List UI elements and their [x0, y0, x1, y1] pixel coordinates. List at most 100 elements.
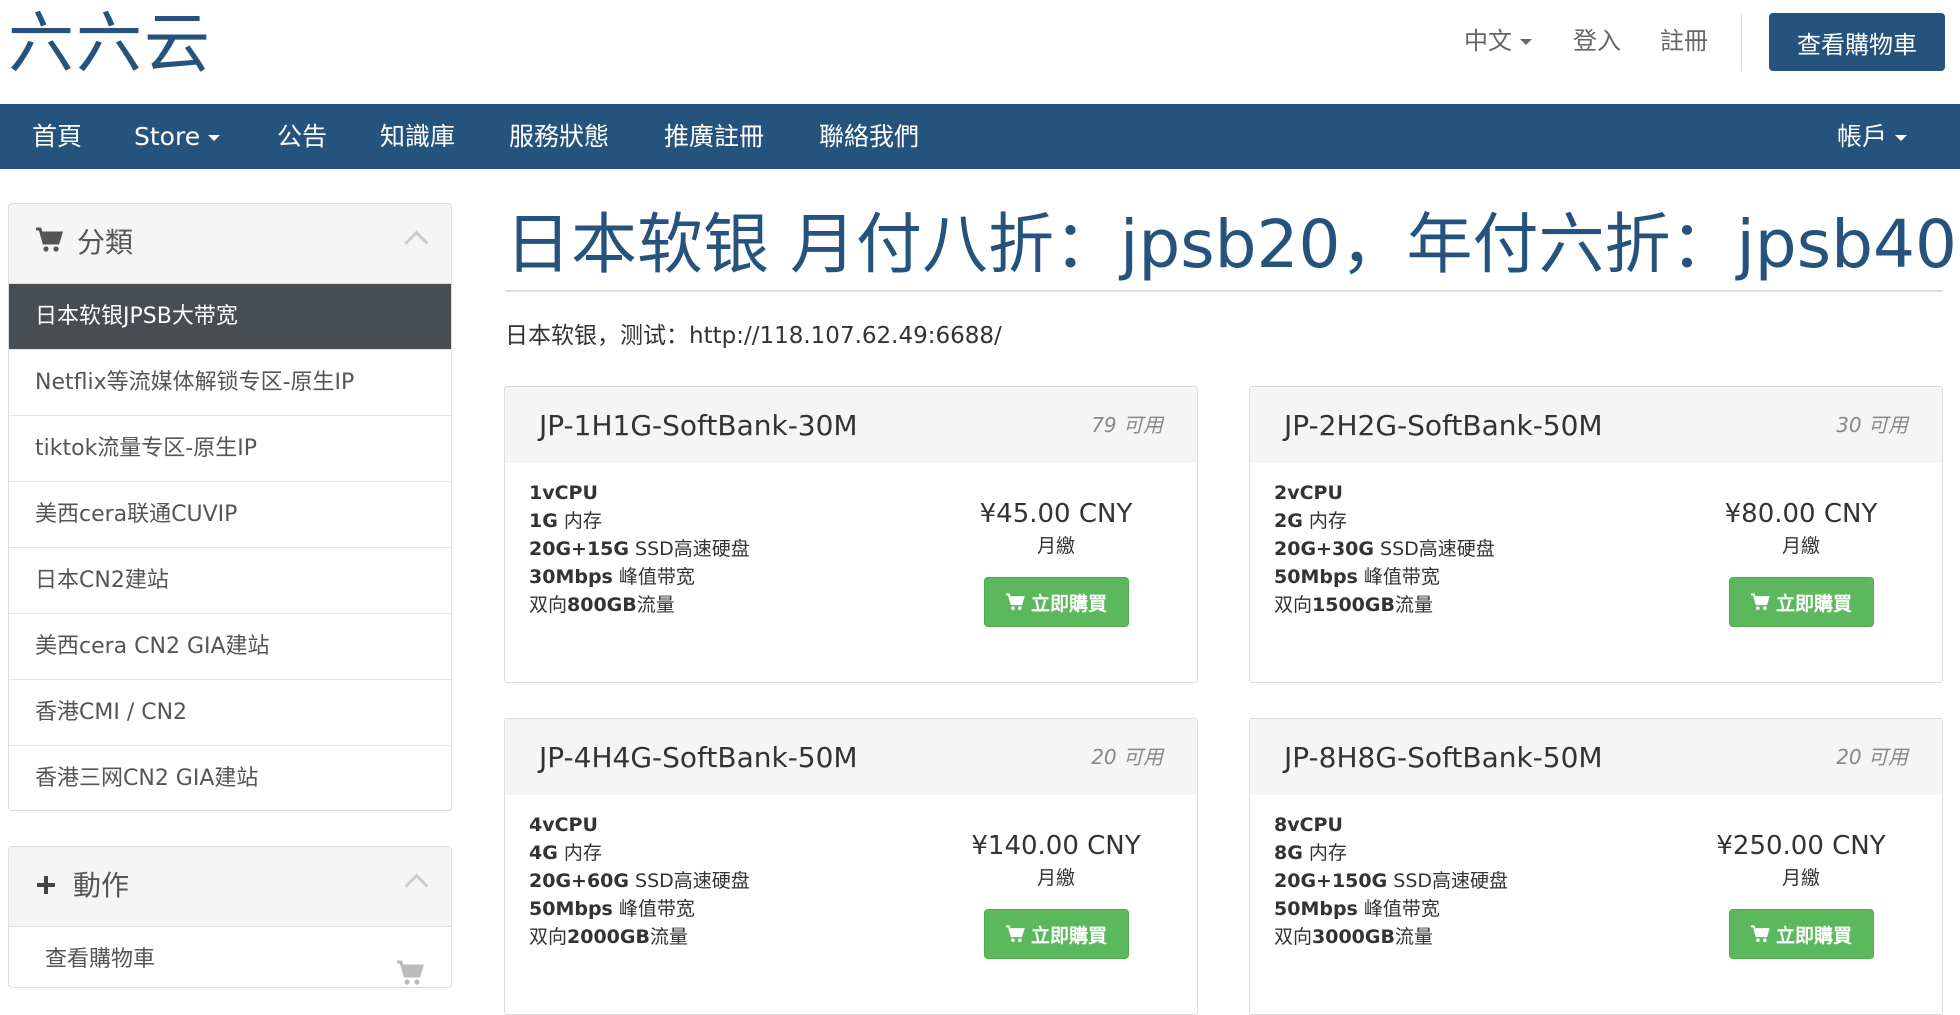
- nav-network-status[interactable]: 服務狀態: [509, 104, 609, 169]
- order-now-label: 立即購買: [1030, 592, 1107, 615]
- register-link[interactable]: 註冊: [1660, 26, 1708, 56]
- category-item-hk-three-net[interactable]: 香港三网CN2 GIA建站: [9, 746, 451, 810]
- product-feature: 双向800GB流量: [529, 594, 675, 616]
- product-feature: 50Mbps 峰值带宽: [529, 898, 695, 920]
- nav-knowledgebase[interactable]: 知識庫: [380, 104, 455, 169]
- product-feature: 50Mbps 峰值带宽: [1274, 566, 1440, 588]
- product-name: JP-8H8G-SoftBank-50M: [1284, 741, 1603, 774]
- category-item-hk-cmi-cn2[interactable]: 香港CMI / CN2: [9, 680, 451, 746]
- shopping-cart-icon: [1005, 925, 1031, 943]
- order-now-button[interactable]: 立即購買: [983, 909, 1129, 959]
- actions-panel: 動作 查看購物車: [8, 846, 452, 988]
- order-now-button[interactable]: 立即購買: [1728, 577, 1874, 627]
- billing-cycle: 月繳: [1781, 867, 1820, 889]
- billing-cycle: 月繳: [1036, 535, 1075, 557]
- login-link[interactable]: 登入: [1573, 26, 1621, 56]
- category-item-netflix[interactable]: Netflix等流媒体解锁专区-原生IP: [9, 350, 451, 416]
- product-availability: 30 可用: [1836, 413, 1908, 437]
- nav-account[interactable]: 帳戶: [1837, 104, 1908, 169]
- product-availability: 20 可用: [1836, 745, 1908, 769]
- product-pricing: ¥250.00 CNY 月繳立即購買: [1686, 829, 1916, 959]
- category-item-cera-cuvip[interactable]: 美西cera联通CUVIP: [9, 482, 451, 548]
- product-feature: 30Mbps 峰值带宽: [529, 566, 695, 588]
- nav-store[interactable]: Store: [134, 104, 221, 169]
- product-header: JP-8H8G-SoftBank-50M 20 可用: [1250, 719, 1942, 795]
- product-header: JP-4H4G-SoftBank-50M 20 可用: [505, 719, 1197, 795]
- order-now-button[interactable]: 立即購買: [1728, 909, 1874, 959]
- chevron-up-icon[interactable]: [404, 873, 429, 898]
- product-feature: 1vCPU: [529, 482, 598, 504]
- product-feature: 20G+60G SSD高速硬盘: [529, 870, 750, 892]
- product-feature: 4vCPU: [529, 814, 598, 836]
- product-card: JP-4H4G-SoftBank-50M 20 可用 4vCPU 4G 内存 20G+6…: [504, 718, 1198, 1015]
- product-feature: 20G+30G SSD高速硬盘: [1274, 538, 1495, 560]
- categories-panel-header[interactable]: 分類: [9, 204, 451, 284]
- header: 六六云 中文 登入 註冊 查看購物車: [0, 0, 1960, 104]
- shopping-cart-icon: [35, 225, 64, 263]
- product-features: 4vCPU 4G 内存 20G+60G SSD高速硬盘 50Mbps 峰值带宽 双向20…: [529, 811, 750, 951]
- view-cart-button[interactable]: 查看購物車: [1769, 13, 1945, 71]
- product-feature: 8vCPU: [1274, 814, 1343, 836]
- product-price: ¥45.00 CNY: [979, 499, 1133, 529]
- page-title: 日本软银 月付八折：jpsb20，年付六折：jpsb40: [505, 206, 1957, 283]
- nav-contact[interactable]: 聯絡我們: [819, 104, 919, 169]
- category-item-cera-cn2-gia[interactable]: 美西cera CN2 GIA建站: [9, 614, 451, 680]
- order-now-label: 立即購買: [1775, 924, 1852, 947]
- product-availability: 79 可用: [1091, 413, 1163, 437]
- order-now-label: 立即購買: [1030, 924, 1107, 947]
- categories-panel: 分類 日本软银JPSB大带宽 Netflix等流媒体解锁专区-原生IP tikt…: [8, 203, 452, 811]
- product-feature: 20G+15G SSD高速硬盘: [529, 538, 750, 560]
- product-price: ¥80.00 CNY: [1724, 499, 1878, 529]
- title-divider: [505, 290, 1943, 292]
- product-availability: 20 可用: [1091, 745, 1163, 769]
- product-feature: 1G 内存: [529, 510, 602, 532]
- product-header: JP-1H1G-SoftBank-30M 79 可用: [505, 387, 1197, 463]
- product-features: 1vCPU 1G 内存 20G+15G SSD高速硬盘 30Mbps 峰值带宽 双向80…: [529, 479, 750, 619]
- action-view-cart-label: 查看購物車: [45, 947, 156, 972]
- actions-title-text: 動作: [73, 869, 130, 902]
- category-item-jpsb[interactable]: 日本软银JPSB大带宽: [9, 284, 451, 350]
- product-feature: 双向2000GB流量: [529, 926, 688, 948]
- product-card: JP-8H8G-SoftBank-50M 20 可用 8vCPU 8G 内存 20G+1…: [1249, 718, 1943, 1015]
- chevron-up-icon[interactable]: [404, 230, 429, 255]
- product-name: JP-4H4G-SoftBank-50M: [539, 741, 858, 774]
- shopping-cart-icon: [1750, 925, 1776, 943]
- language-selector[interactable]: 中文: [1464, 26, 1532, 56]
- product-name: JP-2H2G-SoftBank-50M: [1284, 409, 1603, 442]
- nav-account-label: 帳戶: [1837, 122, 1888, 151]
- order-now-label: 立即購買: [1775, 592, 1852, 615]
- product-pricing: ¥140.00 CNY 月繳 立即購買: [941, 829, 1171, 959]
- page-description: 日本软银，测试：http://118.107.62.49:6688/: [505, 323, 1002, 349]
- product-feature: 20G+150G SSD高速硬盘: [1274, 870, 1509, 892]
- caret-down-icon: [1520, 39, 1532, 45]
- nav-home[interactable]: 首頁: [32, 104, 82, 169]
- product-price: ¥250.00 CNY: [1716, 831, 1886, 861]
- caret-down-icon: [208, 135, 221, 141]
- language-label: 中文: [1464, 27, 1512, 55]
- actions-panel-header[interactable]: 動作: [9, 847, 451, 927]
- nav-store-label: Store: [134, 122, 201, 151]
- billing-cycle: 月繳: [1036, 867, 1075, 889]
- product-card: JP-1H1G-SoftBank-30M 79 可用 1vCPU 1G 内存 20G+1…: [504, 386, 1198, 683]
- product-feature: 4G 内存: [529, 842, 602, 864]
- product-feature: 8G 内存: [1274, 842, 1347, 864]
- shopping-cart-icon: [395, 947, 425, 987]
- order-now-button[interactable]: 立即購買: [983, 577, 1129, 627]
- product-feature: 双向3000GB流量: [1274, 926, 1433, 948]
- nav-announcements[interactable]: 公告: [277, 104, 327, 169]
- product-feature: 50Mbps 峰值带宽: [1274, 898, 1440, 920]
- nav-affiliates[interactable]: 推廣註冊: [664, 104, 764, 169]
- product-features: 8vCPU 8G 内存 20G+150G SSD高速硬盘 50Mbps 峰值带宽 双向3…: [1274, 811, 1508, 951]
- product-name: JP-1H1G-SoftBank-30M: [539, 409, 858, 442]
- site-logo[interactable]: 六六云: [8, 4, 212, 84]
- categories-title: 分類: [35, 224, 133, 263]
- category-item-tiktok[interactable]: tiktok流量专区-原生IP: [9, 416, 451, 482]
- shopping-cart-icon: [1750, 593, 1776, 611]
- product-header: JP-2H2G-SoftBank-50M 30 可用: [1250, 387, 1942, 463]
- plus-icon: [35, 868, 59, 906]
- action-view-cart[interactable]: 查看購物車: [9, 927, 451, 987]
- product-card: JP-2H2G-SoftBank-50M 30 可用 2vCPU 2G 内存 20G+3…: [1249, 386, 1943, 683]
- categories-title-text: 分類: [77, 226, 134, 259]
- product-pricing: ¥80.00 CNY 月繳 立即購買: [1686, 497, 1916, 627]
- category-item-japan-cn2[interactable]: 日本CN2建站: [9, 548, 451, 614]
